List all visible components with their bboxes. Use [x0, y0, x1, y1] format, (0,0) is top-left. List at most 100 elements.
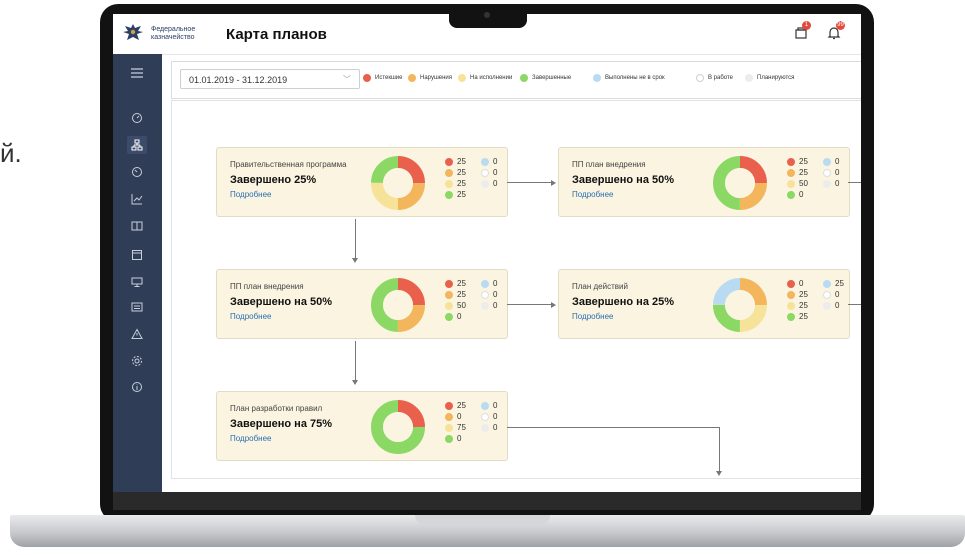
status-dot [823, 290, 831, 299]
status-count-row: 00 [445, 411, 511, 422]
status-count: 50 [445, 300, 475, 311]
status-dot [445, 179, 453, 188]
status-donut-chart [371, 156, 425, 210]
status-dot [823, 168, 831, 177]
status-count: 25 [445, 156, 475, 167]
gauge-icon [132, 167, 142, 177]
status-count: 0 [445, 433, 475, 444]
status-count: 0 [481, 289, 511, 300]
legend-item: Выполнены не в срок [593, 74, 665, 82]
status-count-value: 0 [835, 301, 840, 310]
status-count-value: 0 [493, 423, 498, 432]
arrow-down-icon [716, 471, 722, 476]
details-link[interactable]: Подробнее [230, 434, 272, 443]
sidebar-item-plan-map[interactable] [127, 136, 147, 154]
status-dot [787, 157, 795, 166]
status-dot [445, 401, 453, 410]
status-count-value: 0 [835, 157, 840, 166]
sidebar-item-warnings[interactable] [127, 325, 147, 343]
status-count-value: 0 [835, 179, 840, 188]
plan-card[interactable]: План действий Завершено на 25% Подробнее 0 2… [558, 269, 850, 339]
connector-line [848, 182, 861, 183]
info-icon [132, 382, 142, 392]
legend-item: Истекшие [363, 74, 402, 82]
status-dot [445, 412, 453, 421]
status-count-row: 25 0 [445, 400, 511, 411]
status-count: 0 [787, 278, 817, 289]
status-count: 25 [787, 289, 817, 300]
status-count: 0 [823, 167, 853, 178]
sidebar-item-monitor[interactable] [127, 273, 147, 291]
status-dot [445, 434, 453, 443]
plan-card[interactable]: План разработки правил Завершено на 75% По… [216, 391, 508, 461]
status-count-value: 25 [457, 290, 466, 299]
status-donut-chart [713, 156, 767, 210]
status-dot [445, 423, 453, 432]
legend-swatch [363, 74, 371, 82]
status-dot [787, 190, 795, 199]
status-count-row: 25 0 [445, 167, 511, 178]
status-dot [445, 312, 453, 321]
list-icon [131, 302, 143, 312]
status-count-value: 25 [457, 168, 466, 177]
legend-label: Истекшие [375, 75, 403, 81]
plan-card[interactable]: Правительственная программа Завершено 25%… [216, 147, 508, 217]
plan-status: Завершено на 25% [572, 296, 675, 308]
status-count-value: 25 [457, 179, 466, 188]
sidebar-item-dashboard[interactable] [127, 109, 147, 127]
details-link[interactable]: Подробнее [230, 190, 272, 199]
status-count-value: 0 [457, 312, 462, 321]
legend-label: Нарушения [420, 75, 453, 81]
status-count-row: 25 [445, 189, 511, 200]
details-link[interactable]: Подробнее [572, 190, 614, 199]
sidebar-item-analytics[interactable] [127, 190, 147, 208]
plan-card[interactable]: ПП план внедрения Завершено на 50% Подробн… [558, 147, 850, 217]
connector-line [507, 304, 553, 305]
sidebar-item-registry[interactable] [127, 298, 147, 316]
status-dot [481, 290, 489, 299]
status-count: 0 [481, 300, 511, 311]
status-count-row: 25 [787, 311, 853, 322]
status-dot [787, 168, 795, 177]
background-text: й. [0, 138, 22, 168]
status-dot [787, 179, 795, 188]
status-dot [445, 190, 453, 199]
status-dot [481, 423, 489, 432]
plan-card[interactable]: ПП план внедрения Завершено на 50% Подробн… [216, 269, 508, 339]
sidebar-item-calendar[interactable] [127, 246, 147, 264]
status-count: 0 [481, 411, 511, 422]
status-dot [445, 279, 453, 288]
status-count-value: 75 [457, 423, 466, 432]
sidebar-item-settings[interactable] [127, 352, 147, 370]
status-count-value: 0 [493, 279, 498, 288]
status-counts: 25 0 25 0 25 0 25 [445, 156, 511, 200]
status-dot [787, 279, 795, 288]
arrow-down-icon [352, 380, 358, 385]
warning-icon [131, 328, 143, 339]
status-dot [481, 179, 489, 188]
date-range-select[interactable]: 01.01.2019 - 31.12.2019 ﹀ [180, 69, 360, 89]
sidebar-item-info[interactable] [127, 378, 147, 396]
status-count: 0 [481, 167, 511, 178]
org-name-line2: казначейство [151, 34, 195, 41]
connector-line [719, 427, 720, 472]
chevron-down-icon: ﹀ [343, 75, 351, 84]
sidebar-item-reference[interactable] [127, 217, 147, 235]
status-count-value: 0 [457, 412, 462, 421]
sidebar-menu-toggle[interactable] [127, 64, 147, 82]
status-count-row: 0 25 [787, 278, 853, 289]
details-link[interactable]: Подробнее [230, 312, 272, 321]
status-count: 25 [787, 311, 817, 322]
plan-status: Завершено на 50% [572, 174, 675, 186]
legend-label: В работе [708, 75, 734, 81]
sidebar-item-gauge[interactable] [127, 163, 147, 181]
status-count-value: 0 [799, 190, 804, 199]
status-dot [787, 312, 795, 321]
details-link[interactable]: Подробнее [572, 312, 614, 321]
calendar-icon [132, 250, 142, 260]
filter-toolbar: 01.01.2019 - 31.12.2019 ﹀ Истекшие Наруше… [171, 61, 861, 99]
status-count: 0 [823, 156, 853, 167]
status-count-value: 0 [493, 157, 498, 166]
status-dot [481, 279, 489, 288]
legend-swatch [520, 74, 528, 82]
